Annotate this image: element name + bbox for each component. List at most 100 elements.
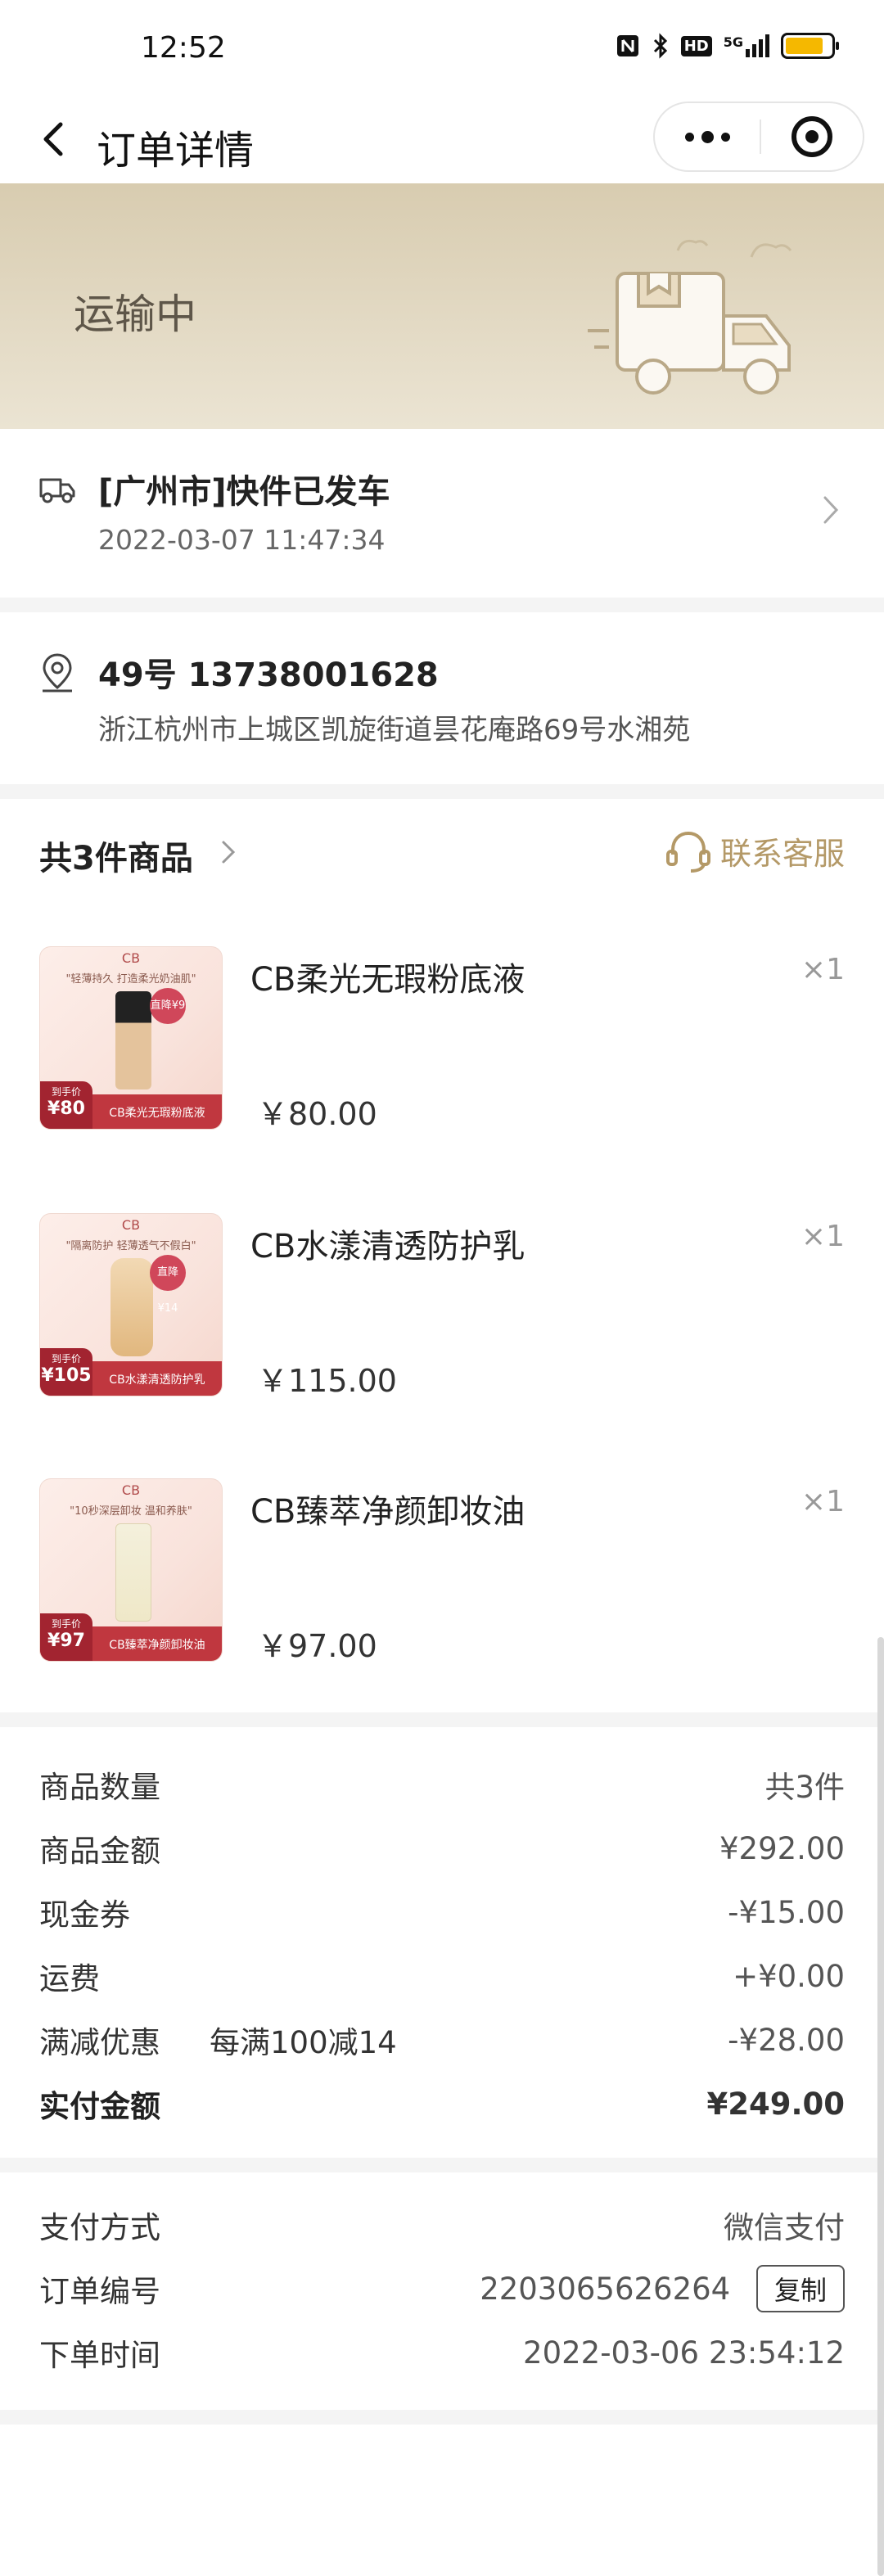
section-gap bbox=[0, 784, 884, 799]
more-dot-icon bbox=[720, 132, 730, 142]
thumb-footer-name: CB水漾清透防护乳 bbox=[109, 1374, 205, 1387]
thumb-price-label: 到手价 bbox=[51, 1618, 81, 1630]
nav-bar: 订单详情 bbox=[0, 98, 884, 180]
product-quantity: ×1 bbox=[801, 1485, 845, 1518]
thumb-price: ¥105 bbox=[41, 1365, 92, 1386]
order-info-number: 订单编号 2203065626264 复制 bbox=[39, 2265, 845, 2312]
product-thumbnail: CB "10秒深层卸妆 温和养肤" CB臻萃净颜卸妆油 到手价 ¥97 bbox=[39, 1478, 223, 1662]
thumb-brand: CB bbox=[121, 950, 141, 966]
summary-value: +¥0.00 bbox=[733, 1958, 845, 1994]
summary-row-coupon: 现金券 -¥15.00 bbox=[39, 1889, 845, 1935]
section-gap bbox=[0, 598, 884, 612]
summary-row-total: 实付金额 ¥249.00 bbox=[39, 2081, 845, 2127]
product-thumbnail: CB "轻薄持久 打造柔光奶油肌" 直降¥9 CB柔光无瑕粉底液 到手价 ¥80 bbox=[39, 946, 223, 1130]
product-item[interactable]: CB "10秒深层卸妆 温和养肤" CB臻萃净颜卸妆油 到手价 ¥97 CB臻萃… bbox=[0, 1478, 884, 1667]
sunscreen-bottle-image bbox=[110, 1258, 153, 1356]
scrollbar[interactable] bbox=[877, 1637, 884, 2576]
product-quantity: ×1 bbox=[801, 1220, 845, 1253]
products-section: 共3件商品 联系客服 CB "轻薄持久 打造柔光奶油肌" 直降¥9 CB柔光无瑕… bbox=[0, 799, 884, 1712]
order-info-section: 支付方式 微信支付 订单编号 2203065626264 复制 下单时间 202… bbox=[0, 2172, 884, 2410]
summary-label: 商品金额 bbox=[39, 1834, 160, 1869]
shipping-status-banner: 运输中 bbox=[0, 183, 884, 429]
chevron-right-icon bbox=[823, 496, 839, 524]
thumb-brand: CB bbox=[121, 1217, 141, 1233]
product-thumbnail: CB "隔离防护 轻薄透气不假白" 直降¥14 CB水漾清透防护乳 到手价 ¥1… bbox=[39, 1213, 223, 1396]
recipient-name-phone: 49号 13738001628 bbox=[98, 656, 439, 694]
foundation-bottle-image bbox=[115, 991, 151, 1089]
product-item[interactable]: CB "隔离防护 轻薄透气不假白" 直降¥14 CB水漾清透防护乳 到手价 ¥1… bbox=[0, 1213, 884, 1401]
copy-order-number-button[interactable]: 复制 bbox=[755, 2265, 845, 2312]
order-number-value: 2203065626264 bbox=[480, 2271, 731, 2307]
thumb-price-label: 到手价 bbox=[51, 1353, 81, 1365]
summary-label: 现金券 bbox=[39, 1897, 130, 1933]
product-price: ￥115.00 bbox=[257, 1363, 397, 1399]
thumb-price: ¥97 bbox=[47, 1631, 85, 1651]
summary-row-discount: 满减优惠 每满100减14 -¥28.00 bbox=[39, 2017, 845, 2063]
order-number-label: 订单编号 bbox=[39, 2274, 160, 2309]
summary-row-shipping: 运费 +¥0.00 bbox=[39, 1953, 845, 1999]
recipient-address: 浙江杭州市上城区凯旋街道昙花庵路69号水湘苑 bbox=[98, 714, 691, 747]
mini-program-capsule bbox=[653, 102, 864, 172]
thumb-tagline: "10秒深层卸妆 温和养肤" bbox=[70, 1505, 192, 1518]
summary-label: 满减优惠 bbox=[39, 2025, 160, 2060]
thumb-price-box: 到手价 ¥105 bbox=[40, 1348, 92, 1396]
product-name: CB水漾清透防护乳 bbox=[250, 1228, 525, 1265]
thumb-footer-name: CB臻萃净颜卸妆油 bbox=[109, 1639, 205, 1652]
logistics-truck-icon bbox=[39, 478, 75, 503]
contact-service-label: 联系客服 bbox=[719, 836, 845, 872]
hd-icon: HD bbox=[680, 35, 712, 56]
contact-service-button[interactable]: 联系客服 bbox=[665, 828, 845, 873]
network-label: 5G bbox=[723, 34, 743, 50]
thumb-footer-name: CB柔光无瑕粉底液 bbox=[109, 1107, 205, 1120]
summary-value: -¥15.00 bbox=[728, 1894, 845, 1930]
back-arrow-icon[interactable] bbox=[33, 116, 77, 162]
product-price: ￥80.00 bbox=[257, 1096, 377, 1132]
more-dot-icon bbox=[701, 130, 714, 143]
logistics-time: 2022-03-07 11:47:34 bbox=[98, 524, 386, 556]
payment-value: 微信支付 bbox=[724, 2210, 845, 2245]
summary-row-quantity: 商品数量 共3件 bbox=[39, 1762, 845, 1807]
order-summary-section: 商品数量 共3件 商品金额 ¥292.00 现金券 -¥15.00 运费 +¥0… bbox=[0, 1727, 884, 2158]
more-menu-button[interactable] bbox=[655, 103, 760, 170]
thumb-discount-badge: 直降¥9 bbox=[150, 988, 186, 1024]
battery-icon bbox=[781, 33, 839, 59]
thumb-tagline: "隔离防护 轻薄透气不假白" bbox=[65, 1240, 196, 1252]
product-item[interactable]: CB "轻薄持久 打造柔光奶油肌" 直降¥9 CB柔光无瑕粉底液 到手价 ¥80… bbox=[0, 946, 884, 1135]
summary-row-goods-amount: 商品金额 ¥292.00 bbox=[39, 1825, 845, 1871]
product-quantity: ×1 bbox=[801, 953, 845, 986]
more-dot-icon bbox=[684, 132, 694, 142]
product-name: CB臻萃净颜卸妆油 bbox=[250, 1493, 525, 1531]
thumb-brand: CB bbox=[121, 1482, 141, 1498]
order-info-payment: 支付方式 微信支付 bbox=[39, 2202, 845, 2248]
address-section: 49号 13738001628 浙江杭州市上城区凯旋街道昙花庵路69号水湘苑 bbox=[0, 612, 884, 784]
section-gap bbox=[0, 2158, 884, 2172]
thumb-price-box: 到手价 ¥97 bbox=[40, 1613, 92, 1661]
close-program-button[interactable] bbox=[761, 116, 863, 157]
status-bar: 12:52 HD 5G bbox=[0, 0, 884, 98]
section-gap bbox=[0, 2410, 884, 2425]
headset-icon bbox=[665, 831, 710, 873]
order-time-value: 2022-03-06 23:54:12 bbox=[523, 2335, 845, 2371]
5g-signal-icon: 5G bbox=[724, 34, 769, 57]
discount-rule: 每满100减14 bbox=[210, 2025, 397, 2060]
status-time: 12:52 bbox=[141, 31, 226, 65]
summary-value: -¥28.00 bbox=[728, 2022, 845, 2058]
delivery-truck-icon bbox=[588, 239, 792, 395]
order-time-label: 下单时间 bbox=[39, 2338, 160, 2373]
thumb-tagline: "轻薄持久 打造柔光奶油肌" bbox=[65, 973, 196, 986]
logistics-section[interactable]: [广州市]快件已发车 2022-03-07 11:47:34 bbox=[0, 429, 884, 598]
product-count-header[interactable]: 共3件商品 bbox=[39, 832, 193, 879]
section-gap bbox=[0, 1712, 884, 1727]
thumb-discount-badge: 直降¥14 bbox=[150, 1255, 186, 1315]
cleansing-oil-bottle-image bbox=[115, 1523, 151, 1622]
total-value: ¥249.00 bbox=[706, 2086, 845, 2122]
summary-value: ¥292.00 bbox=[719, 1830, 845, 1866]
logistics-latest-status: [广州市]快件已发车 bbox=[98, 473, 390, 511]
summary-label: 商品数量 bbox=[39, 1770, 160, 1805]
shipping-status-text: 运输中 bbox=[74, 291, 196, 338]
thumb-price-box: 到手价 ¥80 bbox=[40, 1081, 92, 1129]
order-info-time: 下单时间 2022-03-06 23:54:12 bbox=[39, 2330, 845, 2375]
status-icons: HD 5G bbox=[616, 33, 839, 59]
chevron-right-icon bbox=[222, 841, 236, 864]
total-label: 实付金额 bbox=[39, 2089, 160, 2124]
